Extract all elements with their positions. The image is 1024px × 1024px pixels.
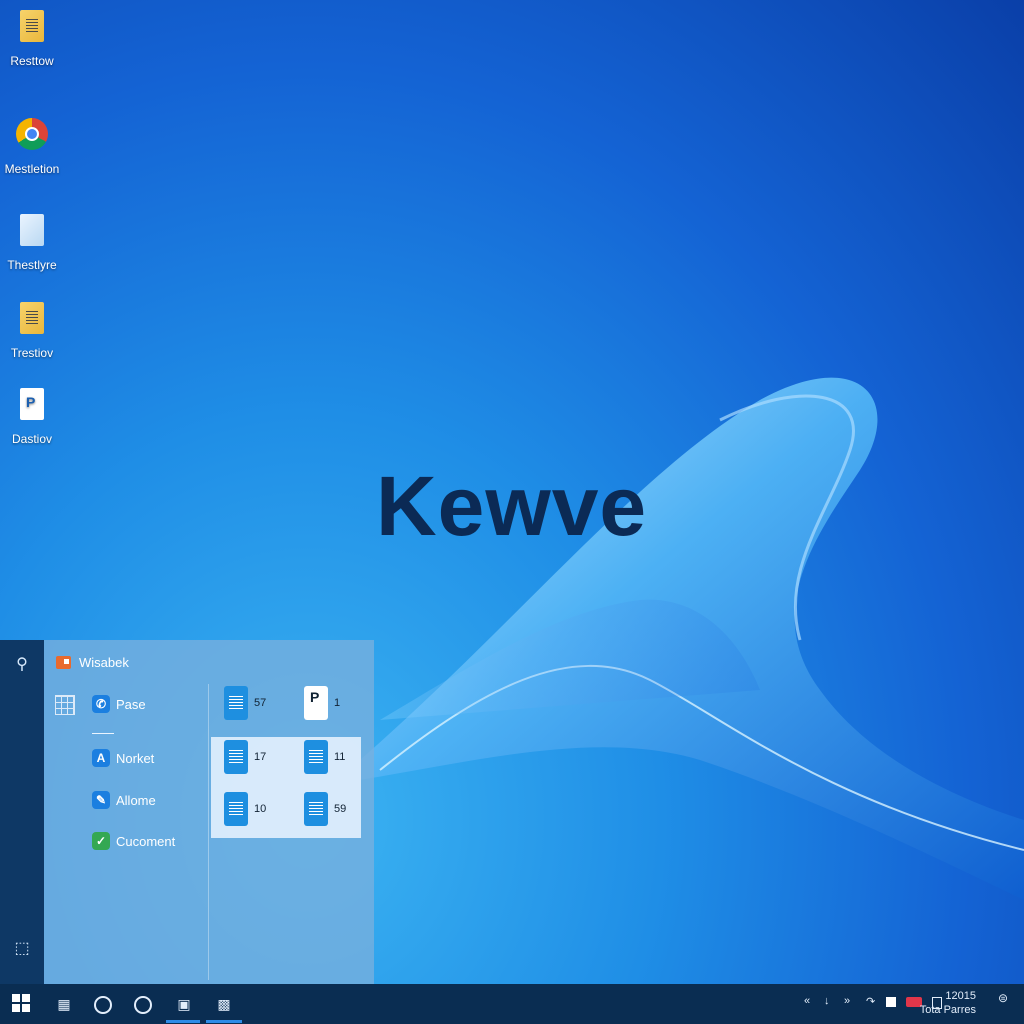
desktop-icon-dastiov[interactable]: P Dastiov [2,388,62,446]
document-icon [304,792,328,826]
download-icon[interactable]: ↓ [824,995,830,1007]
taskbar-clock[interactable]: 12015 Tota Parres [920,989,976,1017]
app-item-label: Allome [116,792,156,808]
file-tile[interactable]: 59 [304,792,346,826]
document-icon [20,302,44,334]
desktop-icon-label: Trestiov [10,346,54,360]
phone-icon: ✆ [92,695,110,713]
settings-icon[interactable] [886,997,896,1007]
document-icon [224,686,248,720]
document-icon [224,740,248,774]
task-view-icon[interactable]: ▦ [54,994,74,1014]
desktop-icon-mestletion[interactable]: Mestletion [2,118,62,176]
start-menu-header[interactable]: Wisabek [56,655,129,670]
desktop-icon-label: Thestlyre [7,258,57,272]
file-tile[interactable]: 17 [224,740,266,774]
document-icon [224,792,248,826]
desktop-icon-label: Resttow [10,54,54,68]
desktop-icon-trestiov[interactable]: Trestiov [2,302,62,360]
app-item-cucoment[interactable]: ✓ Cucoment [92,832,175,850]
a-icon: A [92,749,110,767]
start-button[interactable] [12,994,30,1012]
wallpaper-title: Kewve [376,459,648,553]
file-tile[interactable]: 10 [224,792,266,826]
file-tile-label: 59 [334,803,347,815]
start-menu-header-label: Wisabek [79,655,129,670]
network-icon[interactable]: ↷ [866,995,875,1008]
clock-date: Tota Parres [919,1004,976,1016]
calculator-app-icon[interactable]: ▩ [214,994,234,1014]
pen-icon: ✎ [92,791,110,809]
document-icon [304,740,328,774]
menu-divider [92,733,114,734]
power-icon[interactable]: ⬚ [12,938,32,958]
clock-app-icon[interactable] [94,996,112,1014]
app-item-label: Cucoment [116,833,176,849]
start-menu: ⚲ ⬚ Wisabek ✆ Pase A Norket ✎ Allome ✓ C… [0,640,374,984]
active-app-indicator [206,1020,242,1023]
app-item-norket[interactable]: A Norket [92,749,154,767]
file-tile-label: 1 [334,697,341,709]
app-item-pase[interactable]: ✆ Pase [92,695,146,713]
timer-app-icon[interactable] [134,996,152,1014]
desktop-icon-label: Dastiov [11,432,52,446]
chevron-left-icon[interactable]: « [804,995,810,1007]
active-app-indicator [166,1020,200,1023]
file-tile-label: 17 [254,751,267,763]
photos-app-icon[interactable]: ▣ [174,994,194,1014]
search-icon[interactable]: ⚲ [12,654,32,674]
file-tile[interactable]: 57 [224,686,266,720]
app-item-label: Pase [116,696,146,712]
pdf-icon: P [20,388,44,420]
chevron-right-icon[interactable]: » [844,995,850,1007]
desktop-icon-resttow[interactable]: Resttow [2,10,62,68]
chrome-icon [16,118,48,150]
app-icon [56,656,71,669]
column-divider [208,684,209,980]
start-rail: ⚲ ⬚ [0,640,44,984]
show-desktop-icon[interactable]: ⊜ [998,991,1008,1005]
file-tile-label: 57 [254,697,267,709]
document-icon [20,10,44,42]
clock-time: 12015 [945,990,976,1002]
desktop-icon-thestlyre[interactable]: Thestlyre [2,214,62,272]
file-tile-label: 11 [334,751,346,763]
chat-icon: ✓ [92,832,110,850]
app-item-allome[interactable]: ✎ Allome [92,791,156,809]
desktop-icon-label: Mestletion [4,162,60,176]
pdf-icon: P [304,686,328,720]
folder-icon [20,214,44,246]
all-apps-icon[interactable] [55,695,75,715]
file-tile-label: 10 [254,803,267,815]
app-item-label: Norket [116,750,155,766]
file-tile[interactable]: P 1 [304,686,340,720]
file-tile[interactable]: 11 [304,740,345,774]
